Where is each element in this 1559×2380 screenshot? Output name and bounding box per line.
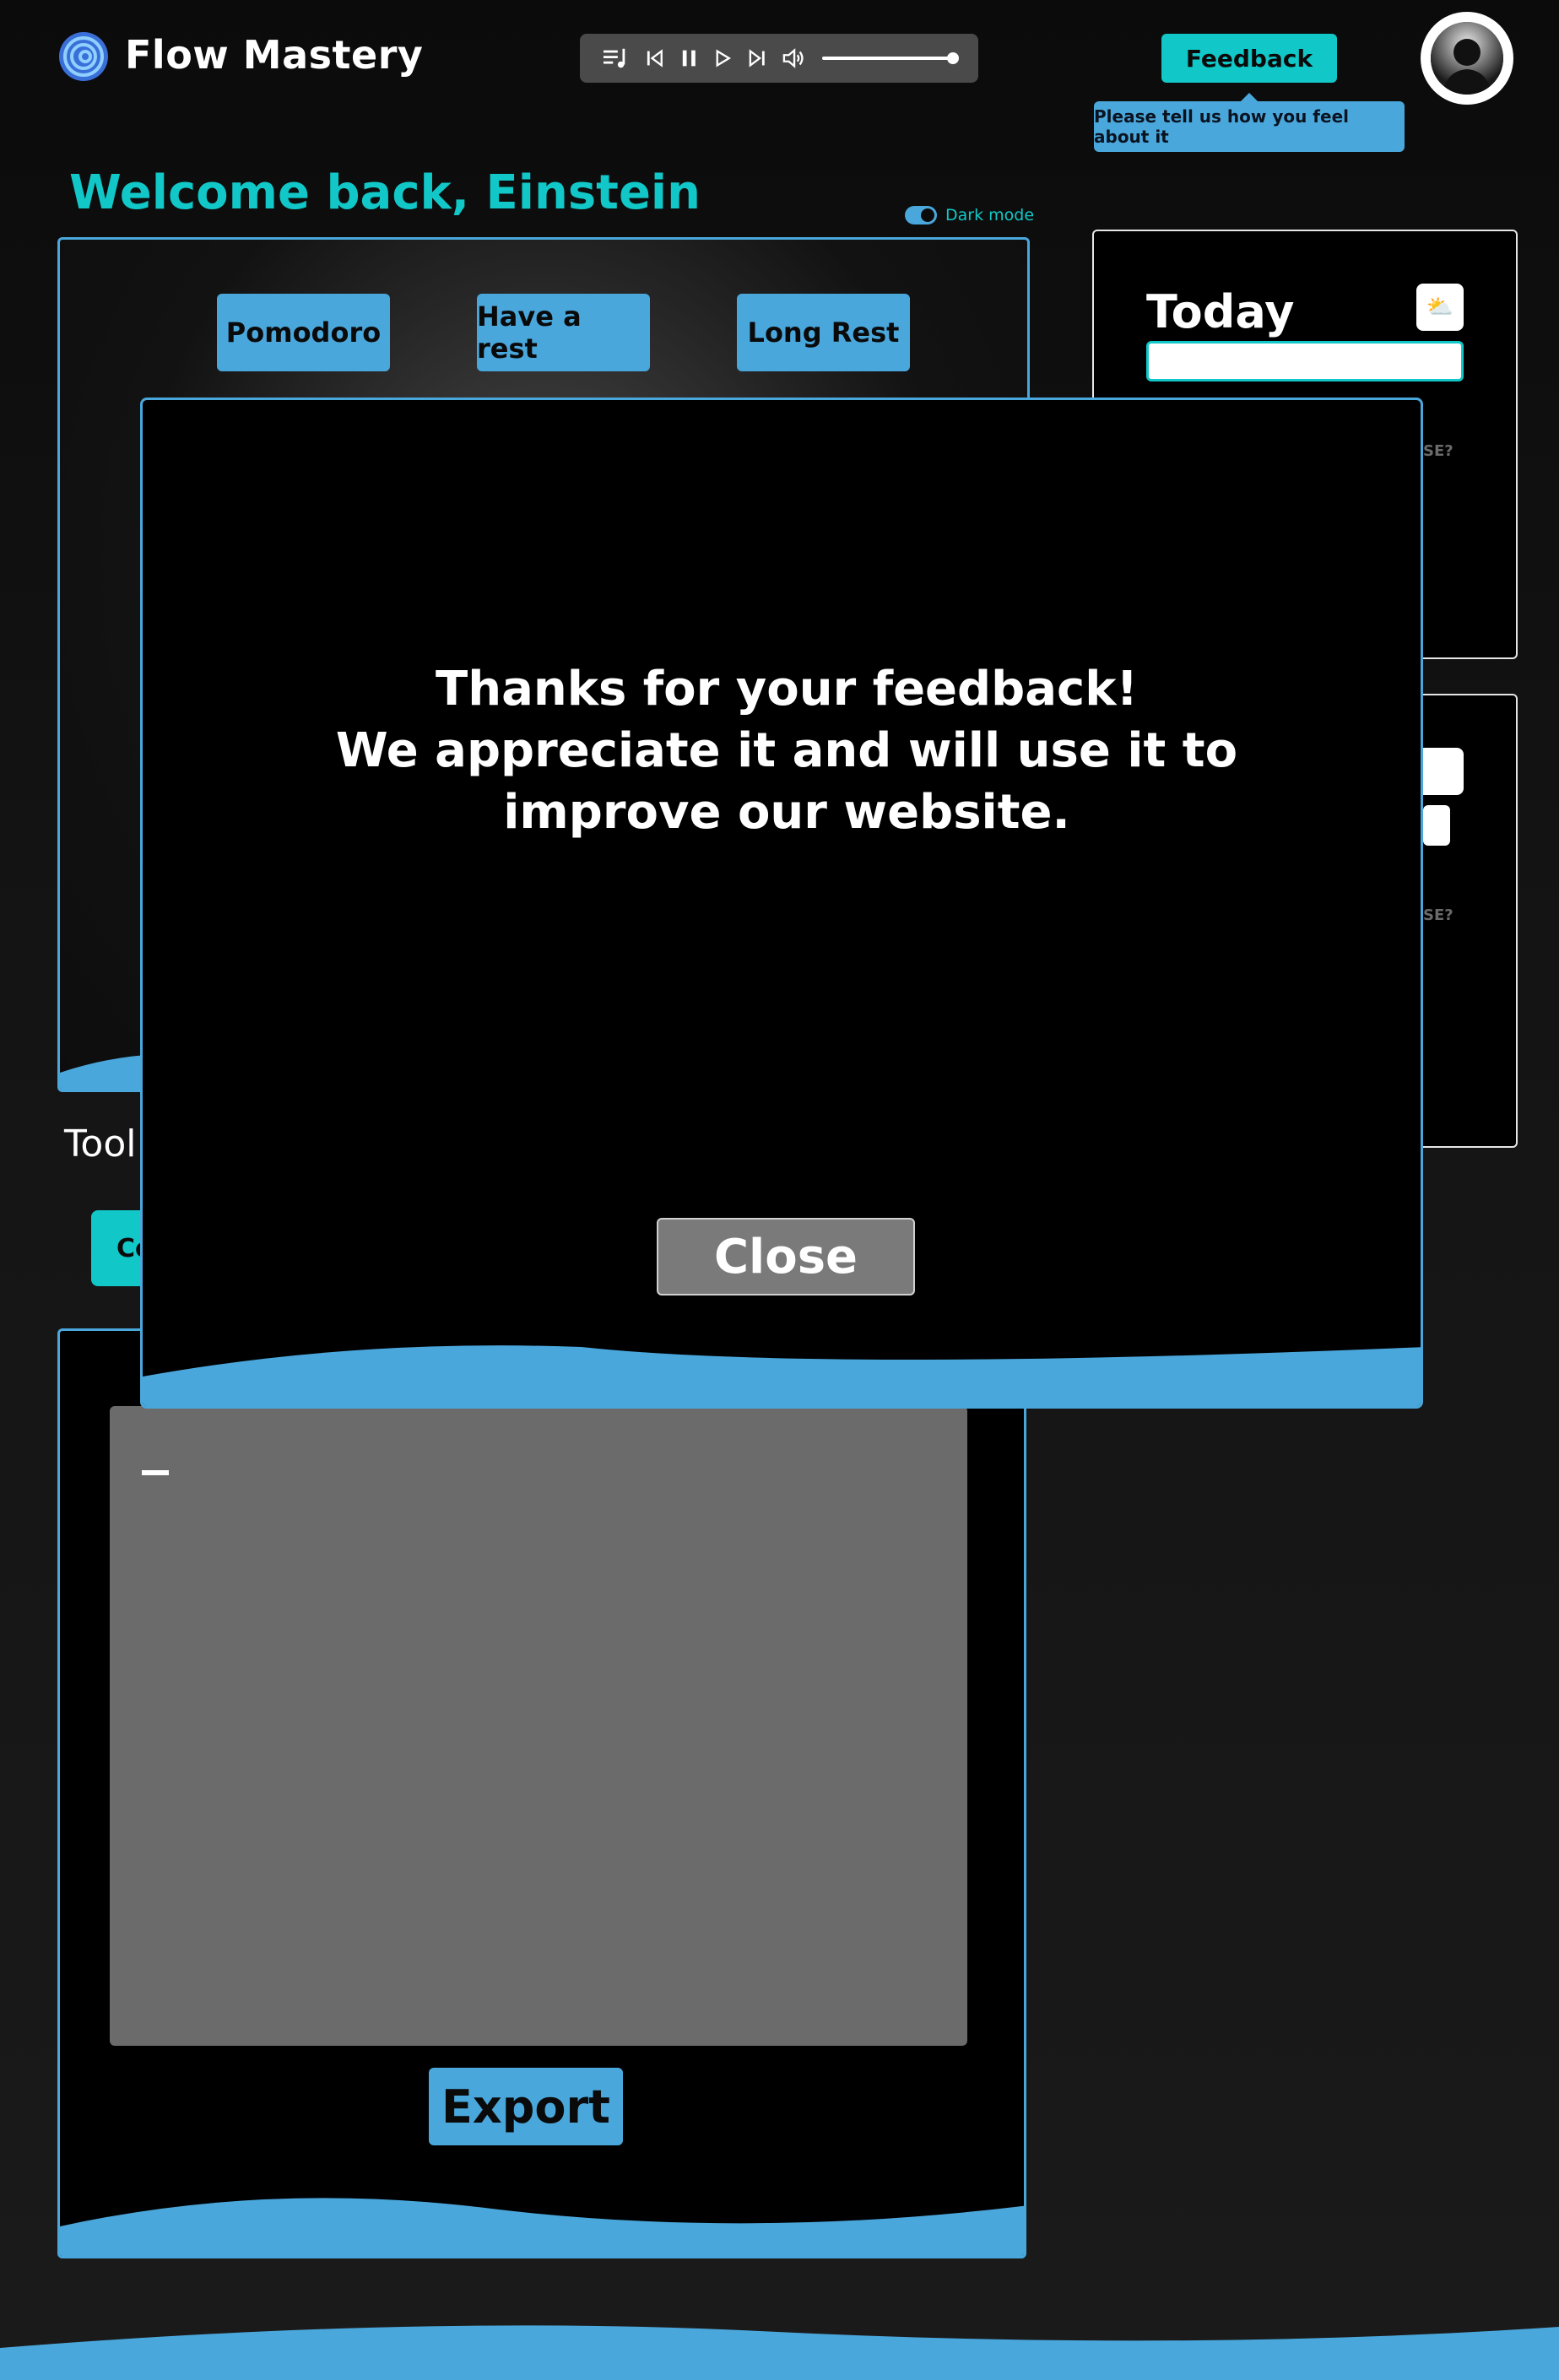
emoji-icon[interactable]: 😊 [1416,748,1464,795]
pomodoro-button[interactable]: Pomodoro [217,294,390,371]
dark-mode-label: Dark mode [945,206,1035,224]
modal-wave [143,1345,1421,1406]
notes-panel-wave [60,2198,1024,2256]
mood-hint: SE? [1423,906,1453,924]
music-player [580,34,978,83]
tools-label: Tool [64,1122,137,1166]
dark-mode-toggle[interactable]: Dark mode [905,206,1034,224]
playlist-icon[interactable] [604,46,629,70]
pause-icon[interactable] [680,47,698,69]
welcome-title: Welcome back, Einstein [69,165,701,220]
today-title: Today [1146,285,1295,338]
volume-slider-knob[interactable] [947,52,959,64]
logo-spiral-icon[interactable] [57,30,110,83]
volume-icon[interactable] [782,47,804,69]
long-rest-button[interactable]: Long Rest [737,294,910,371]
modal-message-line2: We appreciate it and will use it to impr… [335,723,1238,840]
today-task-input[interactable] [1146,341,1464,381]
notes-textarea[interactable] [110,1406,967,2046]
modal-message-line1: Thanks for your feedback! [436,662,1138,717]
volume-slider[interactable] [821,52,959,64]
avatar[interactable] [1421,12,1513,105]
mood-input[interactable] [1423,805,1450,846]
today-hint: SE? [1423,442,1453,460]
have-a-rest-button[interactable]: Have a rest [477,294,650,371]
weather-icon[interactable]: ⛅ [1416,284,1464,331]
feedback-tooltip: Please tell us how you feel about it [1094,93,1405,152]
dark-mode-switch[interactable] [905,206,937,224]
previous-icon[interactable] [646,48,663,68]
export-button[interactable]: Export [429,2068,623,2145]
brand-name: Flow Mastery [125,32,424,78]
play-icon[interactable] [714,47,732,69]
page-bottom-wave [0,2325,1559,2380]
feedback-button[interactable]: Feedback [1161,34,1337,83]
close-button[interactable]: Close [657,1218,915,1295]
next-icon[interactable] [749,48,766,68]
avatar-silhouette-icon [1431,22,1503,95]
modal-message: Thanks for your feedback! We appreciate … [219,658,1354,843]
text-cursor [142,1470,169,1475]
